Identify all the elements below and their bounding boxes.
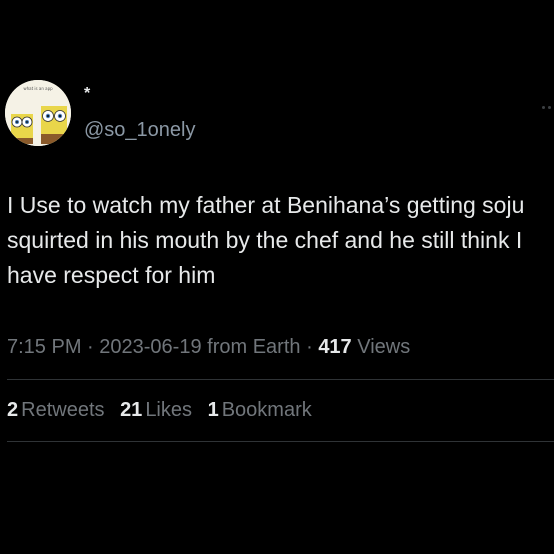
views-count: 417 xyxy=(318,336,352,358)
meta-separator: · xyxy=(87,336,94,358)
more-dot xyxy=(548,106,551,109)
bookmarks-count: 1 xyxy=(207,399,219,421)
tweet-time[interactable]: 7:15 PM xyxy=(7,336,81,358)
spongebob-avatar-image: what is an app xyxy=(5,80,71,146)
tweet-date[interactable]: 2023-06-19 xyxy=(99,336,201,358)
retweets-stat[interactable]: 2 Retweets xyxy=(7,399,105,421)
tweet-text: I Use to watch my father at Benihana’s g… xyxy=(7,192,525,288)
more-dot xyxy=(542,106,545,109)
bookmarks-label: Bookmark xyxy=(221,399,312,421)
likes-label: Likes xyxy=(145,399,193,421)
tweet-source: from Earth xyxy=(207,336,301,358)
bookmarks-stat[interactable]: 1 Bookmark xyxy=(208,399,312,421)
author-handle[interactable]: @so_1onely xyxy=(84,118,195,142)
tweet-meta: 7:15 PM · 2023-06-19 from Earth · 417 Vi… xyxy=(7,334,410,360)
likes-count: 21 xyxy=(120,399,143,421)
author-display-name[interactable]: * xyxy=(84,86,90,102)
more-options-icon[interactable] xyxy=(542,96,554,109)
meta-separator: · xyxy=(306,336,313,358)
avatar[interactable]: what is an app xyxy=(5,80,71,146)
divider-top xyxy=(7,379,554,380)
likes-stat[interactable]: 21 Likes xyxy=(120,399,192,421)
avatar-caption: what is an app xyxy=(23,86,53,91)
retweets-count: 2 xyxy=(7,399,19,421)
retweets-label: Retweets xyxy=(21,399,105,421)
divider-bottom xyxy=(7,441,554,442)
views-label: Views xyxy=(357,336,411,358)
tweet-stats: 2 Retweets 21 Likes 1 Bookmark xyxy=(7,397,322,423)
